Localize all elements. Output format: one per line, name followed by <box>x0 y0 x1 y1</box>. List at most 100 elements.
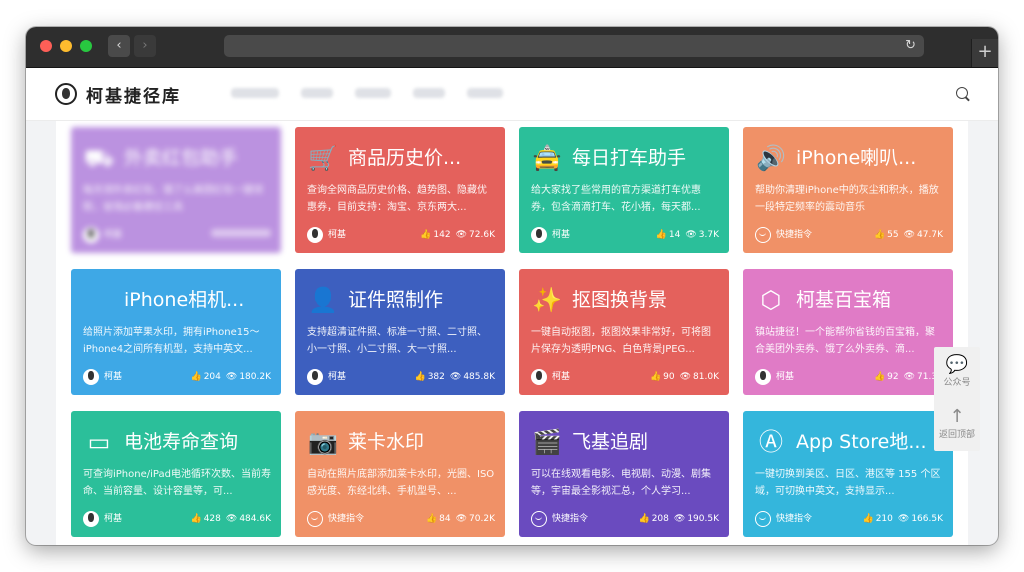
card-title[interactable]: 抠图换背景 <box>572 287 667 313</box>
minimize-window-button[interactable] <box>60 40 72 52</box>
smiley-icon <box>755 511 771 527</box>
nav-item[interactable]: 热门捷径 <box>301 88 333 98</box>
view-count: 47.7K <box>917 230 943 240</box>
card-title[interactable]: iPhone相机... <box>124 287 244 313</box>
card-description: 一键自动抠图，抠图效果非常好，可将图片保存为透明PNG、白色背景JPEG... <box>531 327 711 355</box>
card-description: 查询全网商品历史价格、趋势图、隐藏优惠券，目前支持：淘宝、京东两大... <box>307 185 487 213</box>
arrow-up-icon: ↑ <box>949 406 965 427</box>
app-store-icon: Ⓐ <box>759 428 783 456</box>
new-tab-button[interactable]: + <box>971 39 998 67</box>
author-avatar <box>755 369 771 385</box>
thumbs-up-icon: 👍 <box>420 230 432 240</box>
card-title[interactable]: 证件照制作 <box>348 287 443 313</box>
thumbs-up-icon: 👍 <box>638 514 650 524</box>
author-name[interactable]: 柯基 <box>552 227 570 243</box>
taxi-icon: 🚖 <box>532 144 562 172</box>
smiley-icon <box>755 227 771 243</box>
thumbs-up-icon: 👍 <box>655 230 667 240</box>
shortcut-card[interactable]: 👤 证件照制作 支持超清证件照、标准一寸照、二寸照、小一寸照、小二寸照、大一寸照..… <box>295 269 505 395</box>
blurred-stats-placeholder <box>211 229 271 237</box>
back-to-top-button[interactable]: ↑ 返回顶部 <box>934 399 980 449</box>
nav-item[interactable]: 关于本站 <box>467 88 503 98</box>
eye-icon: 👁 <box>455 514 468 524</box>
shortcut-card[interactable]: ▭ 电池寿命查询可查询iPhone/iPad电池循环次数、当前寿命、当前容量、设计… <box>71 411 281 537</box>
author-name[interactable]: 柯基 <box>328 369 346 385</box>
thumbs-up-icon: 👍 <box>414 372 426 382</box>
nav-item[interactable]: 最新捷径 <box>355 88 391 98</box>
shortcut-card[interactable]: 🎬 飞基追剧 可以在线观看电影、电视剧、动漫、剧集等，宇宙最全影视汇总，个人学习..… <box>519 411 729 537</box>
author-name[interactable]: 柯基 <box>104 511 122 527</box>
card-footer: 柯基 👍 204 👁 180.2K <box>83 369 271 385</box>
card-description: 帮助你清理iPhone中的灰尘和积水，播放一段特定频率的震动音乐 <box>755 185 939 213</box>
wechat-account-button[interactable]: 💬 公众号 <box>934 347 980 397</box>
card-title[interactable]: 飞基追剧 <box>572 429 648 455</box>
shortcut-card[interactable]: iPhone相机... 给照片添加苹果水印，拥有iPhone15～iPhone4之… <box>71 269 281 395</box>
author-name[interactable]: 柯基 <box>776 369 794 385</box>
nav-item[interactable]: 捷径合集 <box>413 88 445 98</box>
search-icon[interactable] <box>956 87 968 99</box>
card-title[interactable]: 柯基百宝箱 <box>796 287 891 313</box>
nav-item[interactable]: 捷径分类 <box>231 88 279 98</box>
card-footer: 柯基 👍 382 👁 485.8K <box>307 369 495 385</box>
shortcut-card[interactable]: 🚖 每日打车助手 给大家找了些常用的官方渠道打车优惠券，包含滴滴打车、花小猪，每天都… <box>519 127 729 253</box>
card-title[interactable]: iPhone喇叭... <box>796 145 916 171</box>
shortcut-card[interactable]: ✨ 抠图换背景 一键自动抠图，抠图效果非常好，可将图片保存为透明PNG、白色背景JP… <box>519 269 729 395</box>
author-avatar <box>83 511 99 527</box>
thumbs-up-icon: 👍 <box>873 230 886 240</box>
card-stats: 👍 382 👁 485.8K <box>412 369 495 385</box>
like-count: 84 <box>439 514 451 524</box>
author-avatar <box>307 369 323 385</box>
speaker-icon: 🔊 <box>756 144 786 172</box>
back-button[interactable]: ‹ <box>108 35 130 57</box>
shortcut-card[interactable]: Ⓐ App Store地... 一键切换到美区、日区、港区等 155 个区域，可切换… <box>743 411 953 537</box>
shortcut-card[interactable]: 🔊 iPhone喇叭... 帮助你清理iPhone中的灰尘和积水，播放一段特定频率的… <box>743 127 953 253</box>
like-count: 208 <box>651 514 669 524</box>
card-footer: 快捷指令 👍 84 👁 70.2K <box>307 511 495 527</box>
view-count: 180.2K <box>239 372 271 382</box>
card-footer: 柯基 👍 90 👁 81.0K <box>531 369 719 385</box>
like-count: 204 <box>203 372 221 382</box>
author-name[interactable]: 快捷指令 <box>776 227 812 243</box>
close-window-button[interactable] <box>40 40 52 52</box>
eye-icon: 👁 <box>449 372 462 382</box>
shortcut-card[interactable]: 🛒 商品历史价... 查询全网商品历史价格、趋势图、隐藏优惠券，目前支持：淘宝、京东… <box>295 127 505 253</box>
author-name[interactable]: 柯基 <box>104 369 122 385</box>
like-count: 210 <box>875 514 893 524</box>
address-bar[interactable]: ↻ <box>224 35 924 57</box>
reload-icon[interactable]: ↻ <box>905 35 916 57</box>
corgi-logo-icon[interactable] <box>55 83 77 105</box>
clapper-icon: 🎬 <box>532 428 562 456</box>
view-count: 484.6K <box>239 514 271 524</box>
author-name[interactable]: 柯基 <box>552 369 570 385</box>
card-title[interactable]: 莱卡水印 <box>348 429 424 455</box>
shortcut-card[interactable]: ⛟ 外卖红包助手 每天领外卖红包，饿了么美团红包一键领取，省钱必备捷径工具 柯基 <box>71 127 281 253</box>
author-name[interactable]: 柯基 <box>104 227 122 243</box>
battery-icon: ▭ <box>87 428 111 456</box>
card-title[interactable]: 电池寿命查询 <box>124 429 238 455</box>
forward-button[interactable]: › <box>134 35 156 57</box>
eye-icon: 👁 <box>903 372 916 382</box>
view-count: 72.6K <box>469 230 495 240</box>
author-avatar <box>307 227 323 243</box>
card-description: 镇站捷径！一个能帮你省钱的百宝箱，聚合美团外卖券、饿了么外卖券、滴... <box>755 327 935 355</box>
smiley-icon <box>307 511 323 527</box>
author-avatar <box>83 227 99 243</box>
card-stats: 👍 428 👁 484.6K <box>188 511 271 527</box>
card-description: 可查询iPhone/iPad电池循环次数、当前寿命、当前容量、设计容量等，可..… <box>83 469 271 497</box>
maximize-window-button[interactable] <box>80 40 92 52</box>
author-name[interactable]: 柯基 <box>328 227 346 243</box>
site-logo-text[interactable]: 柯基捷径库 <box>86 82 181 107</box>
main-nav: 捷径分类 热门捷径 最新捷径 捷径合集 关于本站 <box>231 88 503 98</box>
card-stats: 👍 142 👁 72.6K <box>418 227 495 243</box>
shortcut-card[interactable]: ⬡ 柯基百宝箱 镇站捷径！一个能帮你省钱的百宝箱，聚合美团外卖券、饿了么外卖券、滴.… <box>743 269 953 395</box>
author-name[interactable]: 快捷指令 <box>776 511 812 527</box>
author-name[interactable]: 快捷指令 <box>328 511 364 527</box>
author-name[interactable]: 快捷指令 <box>552 511 588 527</box>
card-title[interactable]: App Store地... <box>796 429 927 455</box>
card-title[interactable]: 商品历史价... <box>348 145 461 171</box>
card-title[interactable]: 每日打车助手 <box>572 145 686 171</box>
shortcut-card[interactable]: 📷 莱卡水印 自动在照片底部添加莱卡水印，光圈、ISO感光度、东经北纬、手机型号、.… <box>295 411 505 537</box>
thumbs-up-icon: 👍 <box>190 514 202 524</box>
author-avatar <box>531 369 547 385</box>
card-title[interactable]: 外卖红包助手 <box>124 145 238 171</box>
